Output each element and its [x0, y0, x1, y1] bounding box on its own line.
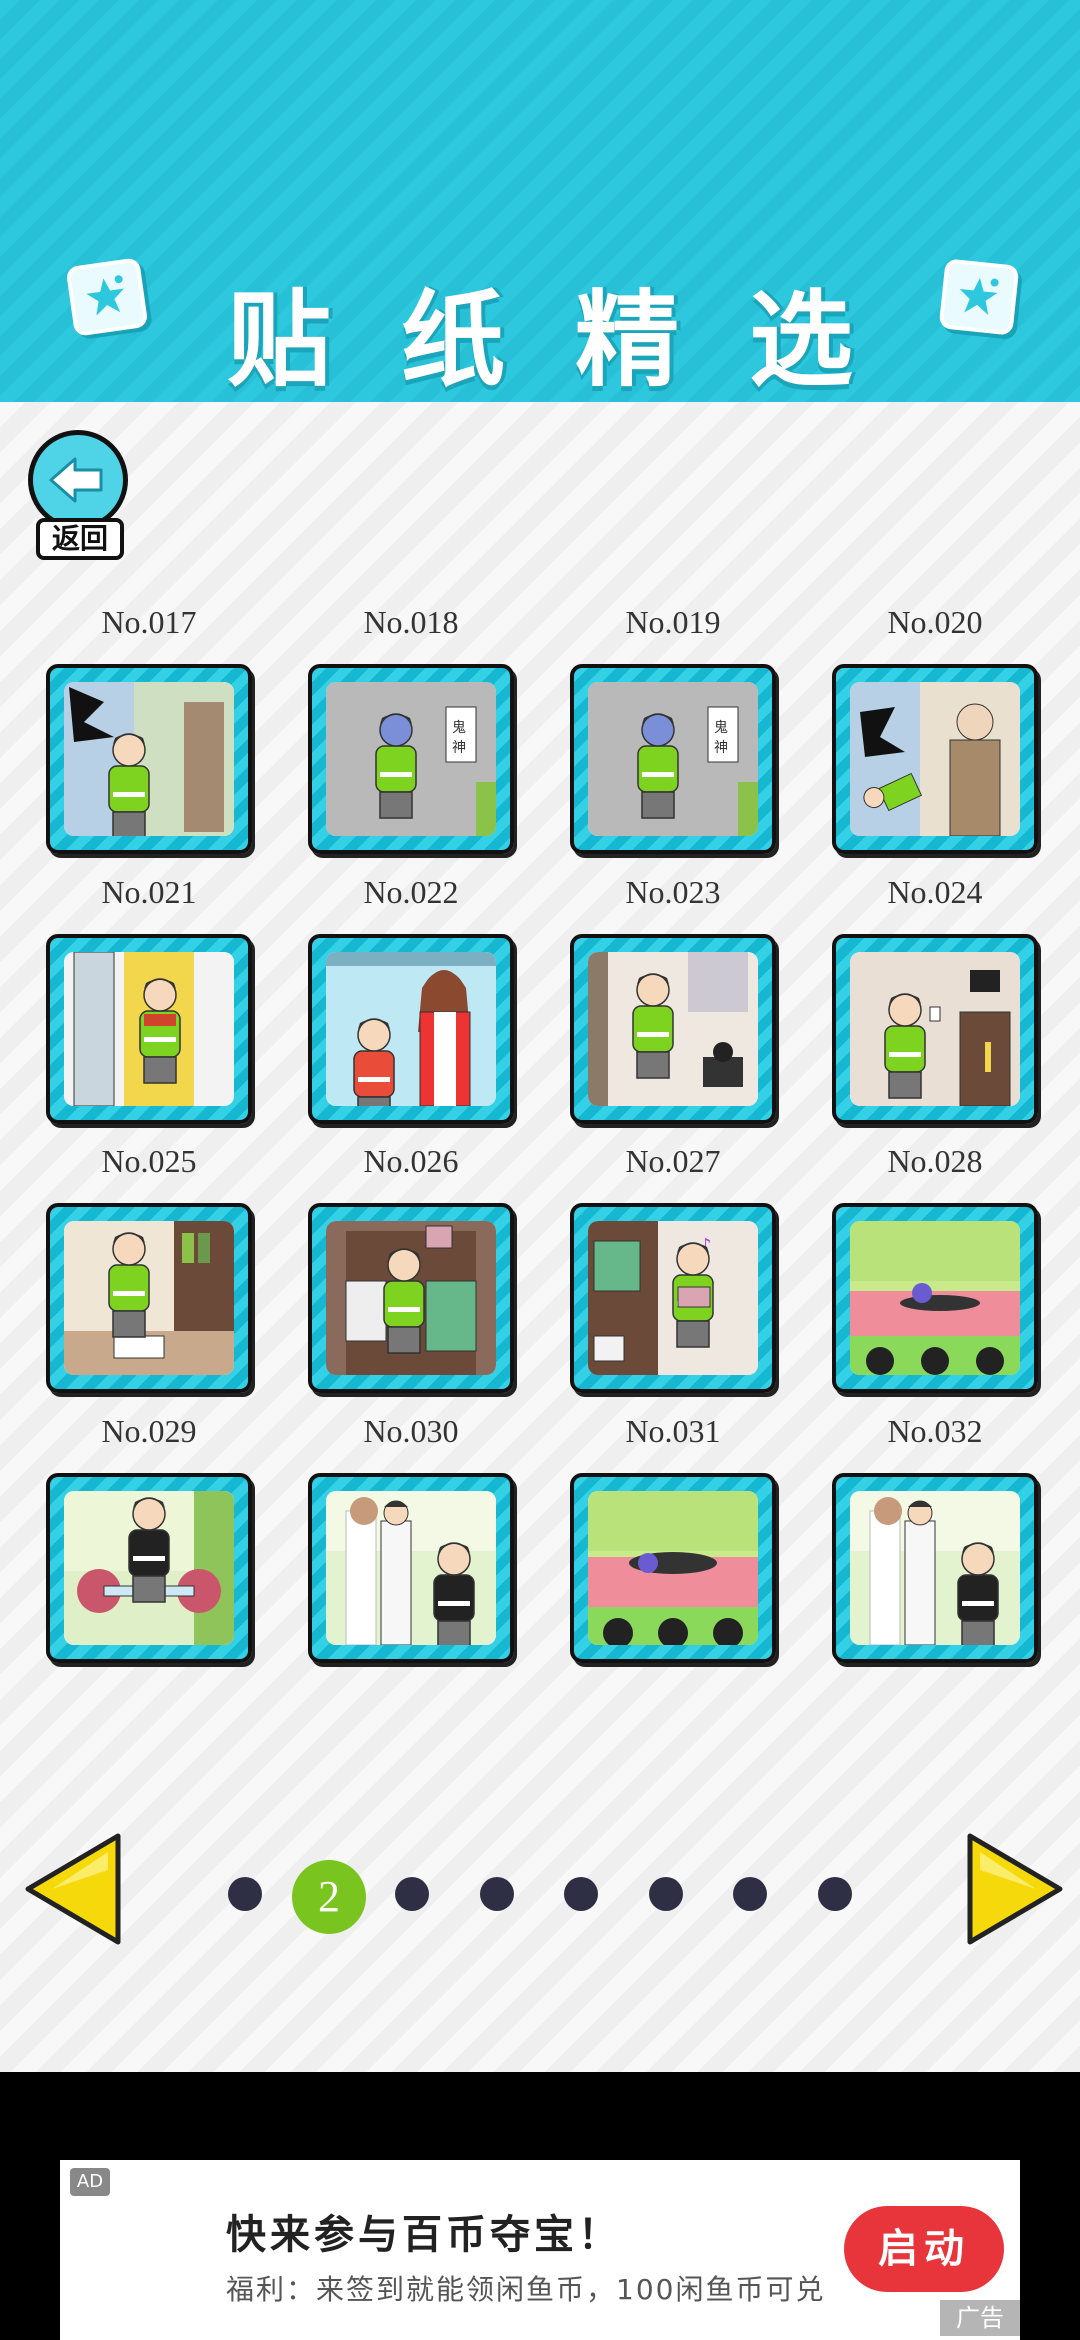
sticker-number: No.022 — [363, 874, 459, 910]
page-dot[interactable] — [733, 1877, 767, 1911]
pager: 2 — [0, 1830, 1080, 1950]
sticker-item[interactable]: No.027 ♪ — [570, 1143, 776, 1413]
sticker-card[interactable]: ♪ — [570, 1203, 776, 1393]
sticker-image — [588, 1491, 758, 1645]
page-dot[interactable] — [228, 1877, 262, 1911]
sticker-card[interactable] — [570, 1473, 776, 1663]
page-dot[interactable] — [395, 1877, 429, 1911]
sticker-image — [850, 1491, 1020, 1645]
sticker-item[interactable]: No.024 — [832, 874, 1038, 1144]
sticker-item[interactable]: No.019 鬼神 — [570, 604, 776, 874]
sticker-card[interactable] — [570, 934, 776, 1124]
sticker-card[interactable] — [832, 1473, 1038, 1663]
back-arrow-icon — [28, 430, 128, 530]
sticker-image — [64, 682, 234, 836]
sticker-number: No.025 — [101, 1143, 197, 1179]
ad-title: 快来参与百币夺宝！ — [226, 2212, 622, 2258]
page-dot[interactable] — [649, 1877, 683, 1911]
prev-arrow-icon[interactable] — [22, 1830, 132, 1950]
sticker-image — [64, 952, 234, 1106]
next-arrow-icon[interactable] — [956, 1830, 1066, 1950]
sticker-number: No.031 — [625, 1413, 721, 1449]
sticker-number: No.032 — [887, 1413, 983, 1449]
sticker-number: No.024 — [887, 874, 983, 910]
sticker-number: No.028 — [887, 1143, 983, 1179]
sticker-image: ♪ — [588, 1221, 758, 1375]
page-dot[interactable] — [480, 1877, 514, 1911]
sticker-image — [850, 682, 1020, 836]
ad-launch-button[interactable]: 启动 — [844, 2206, 1004, 2292]
sticker-number: No.023 — [625, 874, 721, 910]
sticker-item[interactable]: No.028 — [832, 1143, 1038, 1413]
sticker-item[interactable]: No.029 — [46, 1413, 252, 1683]
sticker-card[interactable] — [46, 1473, 252, 1663]
sticker-image — [326, 1221, 496, 1375]
sticker-item[interactable]: No.032 — [832, 1413, 1038, 1683]
sticker-item[interactable]: No.026 — [308, 1143, 514, 1413]
sticker-item[interactable]: No.017 — [46, 604, 252, 874]
sticker-card[interactable] — [832, 1203, 1038, 1393]
sticker-number: No.020 — [887, 604, 983, 640]
page-dot[interactable] — [564, 1877, 598, 1911]
page-title: 贴纸精选 — [226, 279, 923, 401]
sticker-card[interactable] — [46, 1203, 252, 1393]
sticker-card[interactable] — [308, 1473, 514, 1663]
ad-banner[interactable]: AD 快来参与百币夺宝！ 福利：来签到就能领闲鱼币，100闲鱼币可兑 启动 广告 — [60, 2160, 1020, 2340]
svg-text:神: 神 — [452, 740, 466, 756]
ad-subtitle: 福利：来签到就能领闲鱼币，100闲鱼币可兑 — [226, 2273, 826, 2306]
sticker-item[interactable]: No.030 — [308, 1413, 514, 1683]
sticker-item[interactable]: No.022 — [308, 874, 514, 1144]
sticker-image: 鬼神 — [326, 682, 496, 836]
back-label: 返回 — [36, 518, 124, 560]
sticker-card[interactable]: 鬼神 — [308, 664, 514, 854]
sticker-card[interactable] — [308, 1203, 514, 1393]
sticker-image — [588, 952, 758, 1106]
sticker-image — [850, 1221, 1020, 1375]
sticker-item[interactable]: No.018 鬼神 — [308, 604, 514, 874]
ad-badge: AD — [70, 2168, 110, 2196]
sticker-image — [326, 1491, 496, 1645]
sticker-item[interactable]: No.031 — [570, 1413, 776, 1683]
sticker-number: No.029 — [101, 1413, 197, 1449]
sticker-number: No.021 — [101, 874, 197, 910]
sticker-number: No.030 — [363, 1413, 459, 1449]
sticker-item[interactable]: No.021 — [46, 874, 252, 1144]
sticker-item[interactable]: No.020 — [832, 604, 1038, 874]
sticker-item[interactable]: No.023 — [570, 874, 776, 1144]
page-dot[interactable] — [818, 1877, 852, 1911]
sticker-number: No.019 — [625, 604, 721, 640]
sticker-item[interactable]: No.025 — [46, 1143, 252, 1413]
sticker-number: No.027 — [625, 1143, 721, 1179]
page-dot-active[interactable]: 2 — [292, 1860, 366, 1934]
sticker-number: No.017 — [101, 604, 197, 640]
sticker-number: No.026 — [363, 1143, 459, 1179]
sticker-image — [64, 1491, 234, 1645]
sticker-image — [850, 952, 1020, 1106]
ad-mark: 广告 — [940, 2300, 1020, 2336]
sticker-image — [64, 1221, 234, 1375]
back-button[interactable]: 返回 — [24, 430, 136, 562]
sticker-number: No.018 — [363, 604, 459, 640]
sticker-image: 鬼神 — [588, 682, 758, 836]
svg-text:鬼: 鬼 — [452, 720, 466, 736]
header: 贴纸精选 — [0, 0, 1080, 402]
sticker-card[interactable] — [832, 664, 1038, 854]
sticker-image — [326, 952, 496, 1106]
sticker-card[interactable] — [46, 664, 252, 854]
sticker-card[interactable] — [46, 934, 252, 1124]
svg-text:神: 神 — [714, 740, 728, 756]
sticker-card[interactable] — [308, 934, 514, 1124]
sticker-card[interactable] — [832, 934, 1038, 1124]
star-badge-icon — [938, 258, 1020, 336]
svg-text:鬼: 鬼 — [714, 720, 728, 736]
sticker-card[interactable]: 鬼神 — [570, 664, 776, 854]
